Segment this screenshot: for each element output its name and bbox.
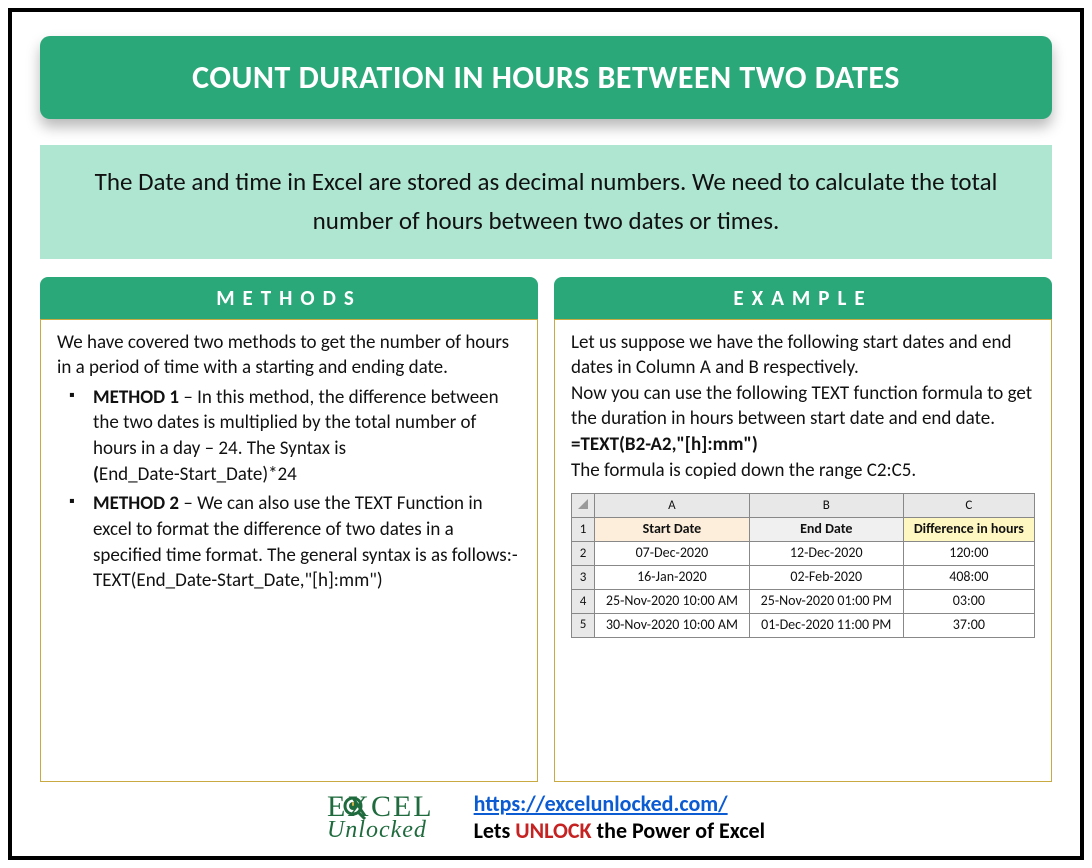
content-columns: METHODS We have covered two methods to g… bbox=[40, 277, 1052, 783]
cell-start: 07-Dec-2020 bbox=[595, 542, 750, 566]
method-1-syntax: End_Date-Start_Date)*24 bbox=[99, 463, 297, 486]
cell-end: 25-Nov-2020 01:00 PM bbox=[749, 589, 903, 613]
footer-link[interactable]: https://excelunlocked.com/ bbox=[474, 790, 728, 817]
cell-start: 25-Nov-2020 10:00 AM bbox=[595, 589, 750, 613]
excel-table: A B C 1 Start Date End Date Difference i… bbox=[571, 493, 1035, 637]
brand-top: EXCEL bbox=[327, 793, 434, 820]
cell-diff: 03:00 bbox=[903, 589, 1034, 613]
header-start-date: Start Date bbox=[595, 518, 750, 542]
document-frame: COUNT DURATION IN HOURS BETWEEN TWO DATE… bbox=[8, 8, 1084, 860]
row-header: 4 bbox=[572, 589, 595, 613]
row-header: 5 bbox=[572, 613, 595, 637]
cell-diff: 408:00 bbox=[903, 566, 1034, 590]
page-title: COUNT DURATION IN HOURS BETWEEN TWO DATE… bbox=[40, 36, 1052, 119]
row-header: 3 bbox=[572, 566, 595, 590]
footer-text: https://excelunlocked.com/ Lets UNLOCK t… bbox=[474, 790, 765, 844]
example-p2: Now you can use the following TEXT funct… bbox=[571, 381, 1035, 432]
row-header: 2 bbox=[572, 542, 595, 566]
example-p3: The formula is copied down the range C2:… bbox=[571, 458, 1035, 484]
cell-end: 12-Dec-2020 bbox=[749, 542, 903, 566]
method-2-label: METHOD 2 bbox=[93, 492, 179, 515]
methods-body: We have covered two methods to get the n… bbox=[40, 319, 538, 783]
example-heading: EXAMPLE bbox=[554, 277, 1052, 319]
cell-diff: 120:00 bbox=[903, 542, 1034, 566]
intro-text: The Date and time in Excel are stored as… bbox=[40, 145, 1052, 259]
cell-start: 16-Jan-2020 bbox=[595, 566, 750, 590]
method-1-item: METHOD 1 – In this method, the differenc… bbox=[57, 385, 521, 488]
tagline-pre: Lets bbox=[474, 817, 516, 844]
cell-end: 02-Feb-2020 bbox=[749, 566, 903, 590]
tagline-post: the Power of Excel bbox=[592, 817, 765, 844]
cell-start: 30-Nov-2020 10:00 AM bbox=[595, 613, 750, 637]
table-row: 4 25-Nov-2020 10:00 AM 25-Nov-2020 01:00… bbox=[572, 589, 1035, 613]
header-diff: Difference in hours bbox=[903, 518, 1034, 542]
brand-logo: EXCEL Unlocked bbox=[327, 793, 434, 842]
magnifying-glass-icon bbox=[343, 796, 367, 820]
method-2-item: METHOD 2 – We can also use the TEXT Func… bbox=[57, 491, 521, 594]
cell-diff: 37:00 bbox=[903, 613, 1034, 637]
example-formula: =TEXT(B2-A2,"[h]:mm") bbox=[571, 432, 1035, 458]
footer: EXCEL Unlocked https://excelunlocked.com… bbox=[40, 782, 1052, 844]
col-header-c: C bbox=[903, 494, 1034, 518]
select-all-icon bbox=[578, 499, 588, 509]
example-column: EXAMPLE Let us suppose we have the follo… bbox=[554, 277, 1052, 783]
col-header-a: A bbox=[595, 494, 750, 518]
table-row: 2 07-Dec-2020 12-Dec-2020 120:00 bbox=[572, 542, 1035, 566]
grid-corner bbox=[572, 494, 595, 518]
methods-column: METHODS We have covered two methods to g… bbox=[40, 277, 538, 783]
cell-end: 01-Dec-2020 11:00 PM bbox=[749, 613, 903, 637]
table-row: 5 30-Nov-2020 10:00 AM 01-Dec-2020 11:00… bbox=[572, 613, 1035, 637]
col-header-b: B bbox=[749, 494, 903, 518]
table-row: 3 16-Jan-2020 02-Feb-2020 408:00 bbox=[572, 566, 1035, 590]
example-body: Let us suppose we have the following sta… bbox=[554, 319, 1052, 783]
brand-bottom: Unlocked bbox=[327, 820, 434, 842]
method-2-syntax: TEXT(End_Date-Start_Date,"[h]:mm") bbox=[93, 569, 383, 592]
header-end-date: End Date bbox=[749, 518, 903, 542]
row-header-1: 1 bbox=[572, 518, 595, 542]
methods-lead: We have covered two methods to get the n… bbox=[57, 330, 521, 381]
example-p1: Let us suppose we have the following sta… bbox=[571, 330, 1035, 381]
tagline-unlock: UNLOCK bbox=[515, 817, 591, 844]
method-1-label: METHOD 1 bbox=[93, 386, 179, 409]
methods-heading: METHODS bbox=[40, 277, 538, 319]
